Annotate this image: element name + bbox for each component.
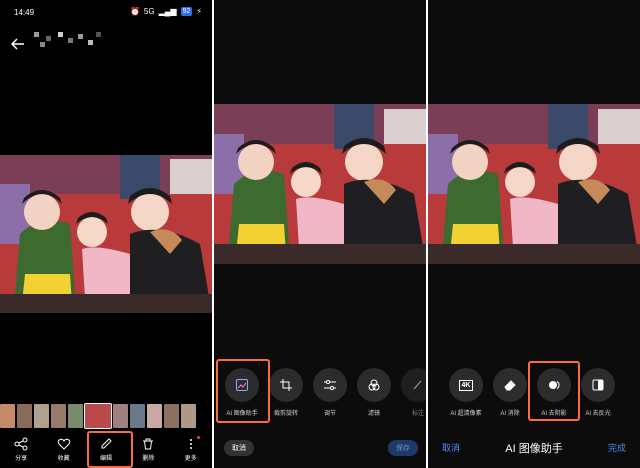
signal-bars-icon: ▂▄▆ <box>158 7 177 16</box>
ai-super-resolution-tool[interactable]: 4K AI 超清像素 <box>444 368 488 417</box>
photo-preview <box>214 104 426 264</box>
reflection-icon <box>592 379 604 391</box>
photo[interactable] <box>0 155 212 313</box>
ai-footer-bar: 取消 AI 图像助手 完成 <box>428 440 640 456</box>
delete-button[interactable]: 删除 <box>128 434 168 468</box>
ai-eraser-tool[interactable]: AI 消除 <box>488 368 532 417</box>
thumbnail[interactable] <box>17 404 32 428</box>
notification-dot <box>196 436 200 439</box>
favorite-label: 收藏 <box>57 456 70 462</box>
share-label: 分享 <box>15 456 28 462</box>
heart-icon <box>57 438 70 450</box>
favorite-button[interactable]: 收藏 <box>44 434 84 468</box>
alarm-icon: ⏰ <box>129 7 140 16</box>
tool-label: 裁剪旋转 <box>273 411 298 417</box>
thumbnail[interactable] <box>68 404 83 428</box>
thumbnail[interactable] <box>0 404 15 428</box>
done-button[interactable]: 完成 <box>608 441 626 454</box>
crop-icon <box>280 379 292 391</box>
tool-label: 标注 <box>411 411 424 417</box>
pixelated-title <box>34 30 104 52</box>
more-icon <box>189 439 192 449</box>
tool-label: 滤镜 <box>367 411 380 417</box>
battery-badge: 92 <box>180 7 193 16</box>
delete-label: 删除 <box>142 456 155 462</box>
signal-label: 5G <box>143 7 155 16</box>
filter-icon <box>368 379 380 391</box>
tool-label: 调节 <box>323 411 336 417</box>
filter-tool[interactable]: 滤镜 <box>352 368 396 417</box>
save-button[interactable]: 保存 <box>388 440 418 456</box>
tool-label: AI 超清像素 <box>450 411 482 417</box>
share-icon <box>14 437 28 451</box>
photo-editor-screen: AI 图像助手 裁剪旋转 调节 滤镜 标注 取消 保存 <box>214 0 426 468</box>
eraser-icon <box>504 380 516 391</box>
4k-icon: 4K <box>458 379 474 391</box>
photo-viewer-screen: 14:49 ⏰ 5G ▂▄▆ 92 ⚡ 分享 收藏 编辑 删除 更多 <box>0 0 212 468</box>
trash-icon <box>143 438 154 450</box>
share-button[interactable]: 分享 <box>1 434 41 468</box>
charging-icon: ⚡ <box>196 7 202 16</box>
more-label: 更多 <box>184 456 197 462</box>
thumbnail-selected[interactable] <box>84 403 112 429</box>
status-bar: 14:49 ⏰ 5G ▂▄▆ 92 ⚡ <box>0 0 212 24</box>
status-icons: ⏰ 5G ▂▄▆ 92 ⚡ <box>130 7 202 16</box>
thumbnail[interactable] <box>147 404 162 428</box>
markup-tool[interactable]: 标注 <box>396 368 426 417</box>
tool-label: AI 消除 <box>500 411 520 417</box>
adjust-tool[interactable]: 调节 <box>308 368 352 417</box>
crop-rotate-tool[interactable]: 裁剪旋转 <box>264 368 308 417</box>
sliders-icon <box>324 379 336 391</box>
status-time: 14:49 <box>14 8 35 17</box>
cancel-button[interactable]: 取消 <box>224 440 254 456</box>
thumbnail[interactable] <box>34 404 49 428</box>
ai-tool-highlight-box <box>216 359 270 423</box>
photo-preview <box>428 104 640 264</box>
thumbnail[interactable] <box>51 404 66 428</box>
thumbnail[interactable] <box>130 404 145 428</box>
ai-reflection-removal-tool[interactable]: AI 去反光 <box>576 368 620 417</box>
thumbnail[interactable] <box>181 404 196 428</box>
more-button[interactable]: 更多 <box>171 434 211 468</box>
thumbnail[interactable] <box>164 404 179 428</box>
tool-label: AI 去反光 <box>585 411 611 417</box>
markup-icon <box>413 380 422 390</box>
ai-image-assistant-screen: 4K AI 超清像素 AI 消除 AI 去阴影 AI 去反光 取消 AI 图像助… <box>428 0 640 468</box>
edit-highlight-box <box>87 431 133 468</box>
thumbnail[interactable] <box>113 404 128 428</box>
back-arrow-icon[interactable] <box>10 36 26 52</box>
shadow-tool-highlight-box <box>528 361 580 421</box>
thumbnail-filmstrip[interactable] <box>0 403 212 429</box>
